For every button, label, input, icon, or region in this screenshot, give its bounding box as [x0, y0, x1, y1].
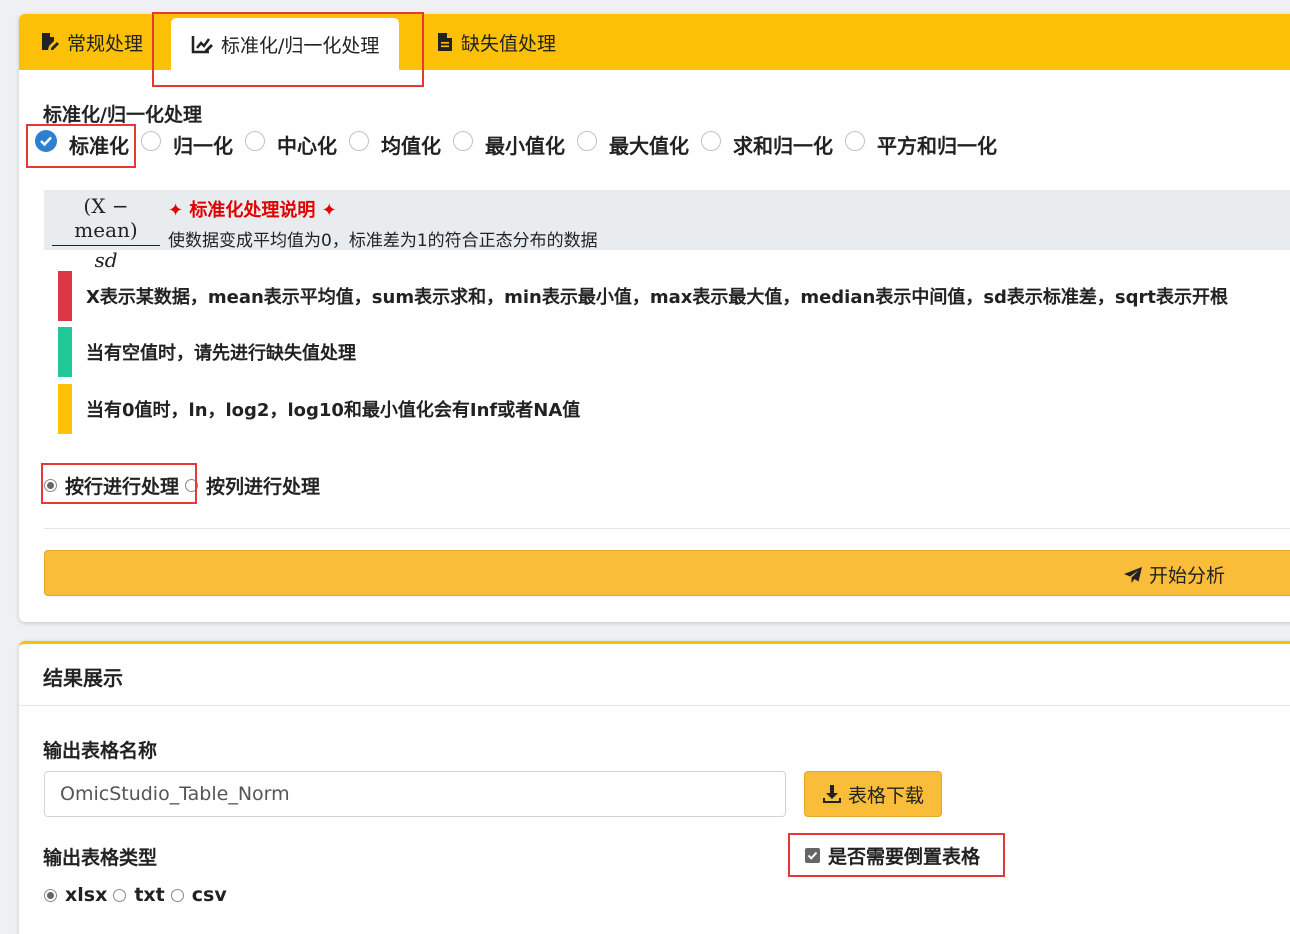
formula-denominator: sd — [94, 248, 118, 272]
start-analysis-label: 开始分析 — [1123, 561, 1225, 588]
note-item: 当有空值时，请先进行缺失值处理 — [58, 327, 1290, 377]
radio-icon[interactable] — [141, 130, 161, 151]
formula-fraction: (X − mean) sd — [52, 194, 160, 272]
tab-normalization[interactable]: 标准化/归一化处理 — [171, 18, 400, 70]
radio-icon[interactable] — [453, 130, 473, 151]
method-option-square-sum-normalize[interactable]: 平方和归一化 — [845, 130, 997, 159]
method-option-center[interactable]: 中心化 — [245, 130, 337, 159]
direction-radio-group: 按行进行处理 按列进行处理 — [44, 472, 320, 499]
method-option-standardize[interactable]: 标准化 — [35, 129, 129, 159]
processing-card: 常规处理 标准化/归一化处理 缺失值处理 标准化/归一化处理 标准化 归一化 中… — [19, 14, 1290, 622]
direction-option-row[interactable]: 按行进行处理 — [44, 472, 179, 499]
radio-icon[interactable] — [44, 479, 57, 492]
radio-icon[interactable] — [170, 888, 184, 902]
download-icon — [822, 785, 841, 803]
tab-missing-values[interactable]: 缺失值处理 — [437, 14, 556, 70]
results-header: 结果展示 — [19, 644, 1290, 706]
tab-regular[interactable]: 常规处理 — [39, 14, 143, 70]
radio-icon[interactable] — [349, 130, 369, 151]
radio-icon[interactable] — [701, 130, 721, 151]
tab-bar: 常规处理 标准化/归一化处理 缺失值处理 — [19, 14, 1290, 70]
output-type-radio-group: xlsx txt csv — [44, 884, 227, 906]
radio-icon[interactable] — [577, 130, 597, 151]
tab-label: 缺失值处理 — [461, 32, 557, 55]
start-analysis-button[interactable]: 开始分析 — [44, 550, 1290, 596]
checkbox-checked-icon[interactable] — [805, 848, 820, 863]
tab-label: 标准化/归一化处理 — [221, 34, 380, 57]
note-text: 当有0值时，ln，log2，log10和最小值化会有Inf或者NA值 — [86, 400, 581, 421]
note-item: 当有0值时，ln，log2，log10和最小值化会有Inf或者NA值 — [58, 384, 1290, 434]
results-title: 结果展示 — [43, 666, 123, 690]
formula-numerator: (X − mean) — [52, 194, 160, 246]
note-color-bar — [58, 327, 72, 377]
output-type-label: 输出表格类型 — [43, 847, 158, 869]
method-option-normalize[interactable]: 归一化 — [141, 130, 233, 159]
formula-box: (X − mean) sd ✦ 标准化处理说明 ✦ 使数据变成平均值为0，标准差… — [44, 190, 1290, 272]
chart-edit-icon — [191, 36, 213, 54]
note-item: X表示某数据，mean表示平均值，sum表示求和，min表示最小值，max表示最… — [58, 271, 1290, 321]
type-option-txt[interactable]: txt — [113, 884, 165, 906]
method-radio-group: 标准化 归一化 中心化 均值化 最小值化 最大值化 求和归一化 平方和归一化 — [35, 129, 1009, 159]
radio-icon[interactable] — [113, 888, 127, 902]
file-edit-icon — [42, 33, 59, 50]
method-option-max[interactable]: 最大值化 — [577, 130, 689, 159]
file-icon — [438, 33, 452, 51]
note-color-bar — [58, 384, 72, 434]
method-option-sum-normalize[interactable]: 求和归一化 — [701, 130, 833, 159]
divider — [44, 528, 1290, 529]
type-option-csv[interactable]: csv — [170, 884, 227, 906]
paper-plane-icon — [1124, 566, 1142, 583]
transpose-checkbox[interactable]: 是否需要倒置表格 — [805, 842, 980, 869]
tab-label: 常规处理 — [67, 32, 144, 55]
note-text: X表示某数据，mean表示平均值，sum表示求和，min表示最小值，max表示最… — [86, 287, 1228, 308]
radio-icon[interactable] — [44, 888, 57, 902]
direction-option-column[interactable]: 按列进行处理 — [185, 472, 320, 499]
formula-title: ✦ 标准化处理说明 ✦ — [168, 200, 337, 221]
formula-description: 使数据变成平均值为0，标准差为1的符合正态分布的数据 — [168, 231, 598, 251]
method-section-title: 标准化/归一化处理 — [43, 104, 202, 126]
note-color-bar — [58, 271, 72, 321]
note-text: 当有空值时，请先进行缺失值处理 — [86, 343, 356, 364]
radio-icon[interactable] — [845, 130, 865, 151]
radio-icon[interactable] — [185, 479, 199, 492]
output-name-input[interactable] — [44, 771, 786, 817]
method-option-mean[interactable]: 均值化 — [349, 130, 441, 159]
results-card: 结果展示 输出表格名称 表格下载 输出表格类型 是否需要倒置表格 xlsx tx… — [19, 641, 1290, 934]
radio-icon[interactable] — [245, 130, 265, 151]
method-option-min[interactable]: 最小值化 — [453, 130, 565, 159]
type-option-xlsx[interactable]: xlsx — [44, 884, 107, 906]
output-name-label: 输出表格名称 — [43, 740, 158, 762]
radio-checked-icon[interactable] — [35, 129, 57, 152]
download-table-button[interactable]: 表格下载 — [804, 771, 942, 817]
